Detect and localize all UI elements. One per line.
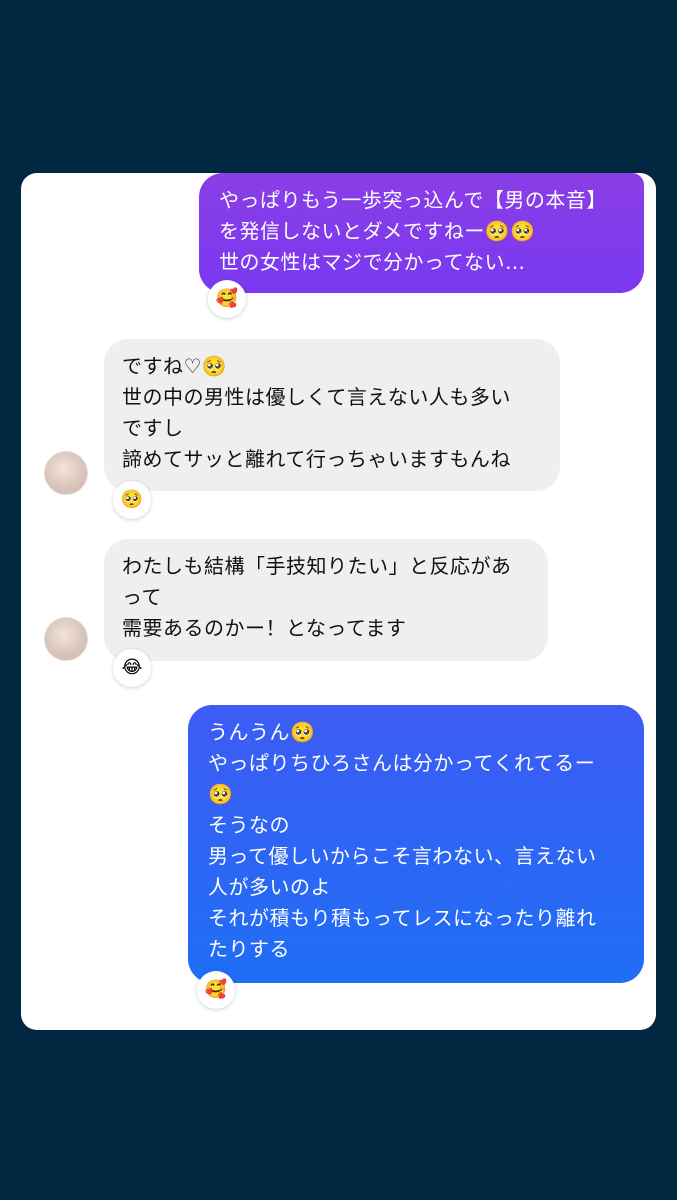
reaction-emoji: 🥺 xyxy=(120,489,144,510)
reaction-badge[interactable]: 🥰 xyxy=(197,971,235,1009)
avatar[interactable] xyxy=(44,451,88,495)
avatar[interactable] xyxy=(44,617,88,661)
chat-card: やっぱりもう一歩突っ込んで【男の本音】 を発信しないとダメですねー🥺🥺 世の女性… xyxy=(21,173,656,1030)
message-bubble-incoming[interactable]: ですね♡🥺 世の中の男性は優しくて言えない人も多い ですし 諦めてサッと離れて行… xyxy=(104,339,560,491)
reaction-badge[interactable]: 🥰 xyxy=(208,280,246,318)
message-bubble-outgoing[interactable]: やっぱりもう一歩突っ込んで【男の本音】 を発信しないとダメですねー🥺🥺 世の女性… xyxy=(199,173,644,293)
message-bubble-incoming[interactable]: わたしも結構「手技知りたい」と反応があ って 需要あるのかー！となってます xyxy=(104,539,548,661)
reaction-emoji: 😂 xyxy=(121,657,143,678)
reaction-emoji: 🥰 xyxy=(204,979,228,1000)
message-bubble-outgoing[interactable]: うんうん🥺 やっぱりちひろさんは分かってくれてるー 🥺 そうなの 男って優しいか… xyxy=(188,705,644,983)
reaction-emoji: 🥰 xyxy=(215,288,239,309)
reaction-badge[interactable]: 🥺 xyxy=(113,481,151,519)
reaction-badge[interactable]: 😂 xyxy=(113,649,151,687)
